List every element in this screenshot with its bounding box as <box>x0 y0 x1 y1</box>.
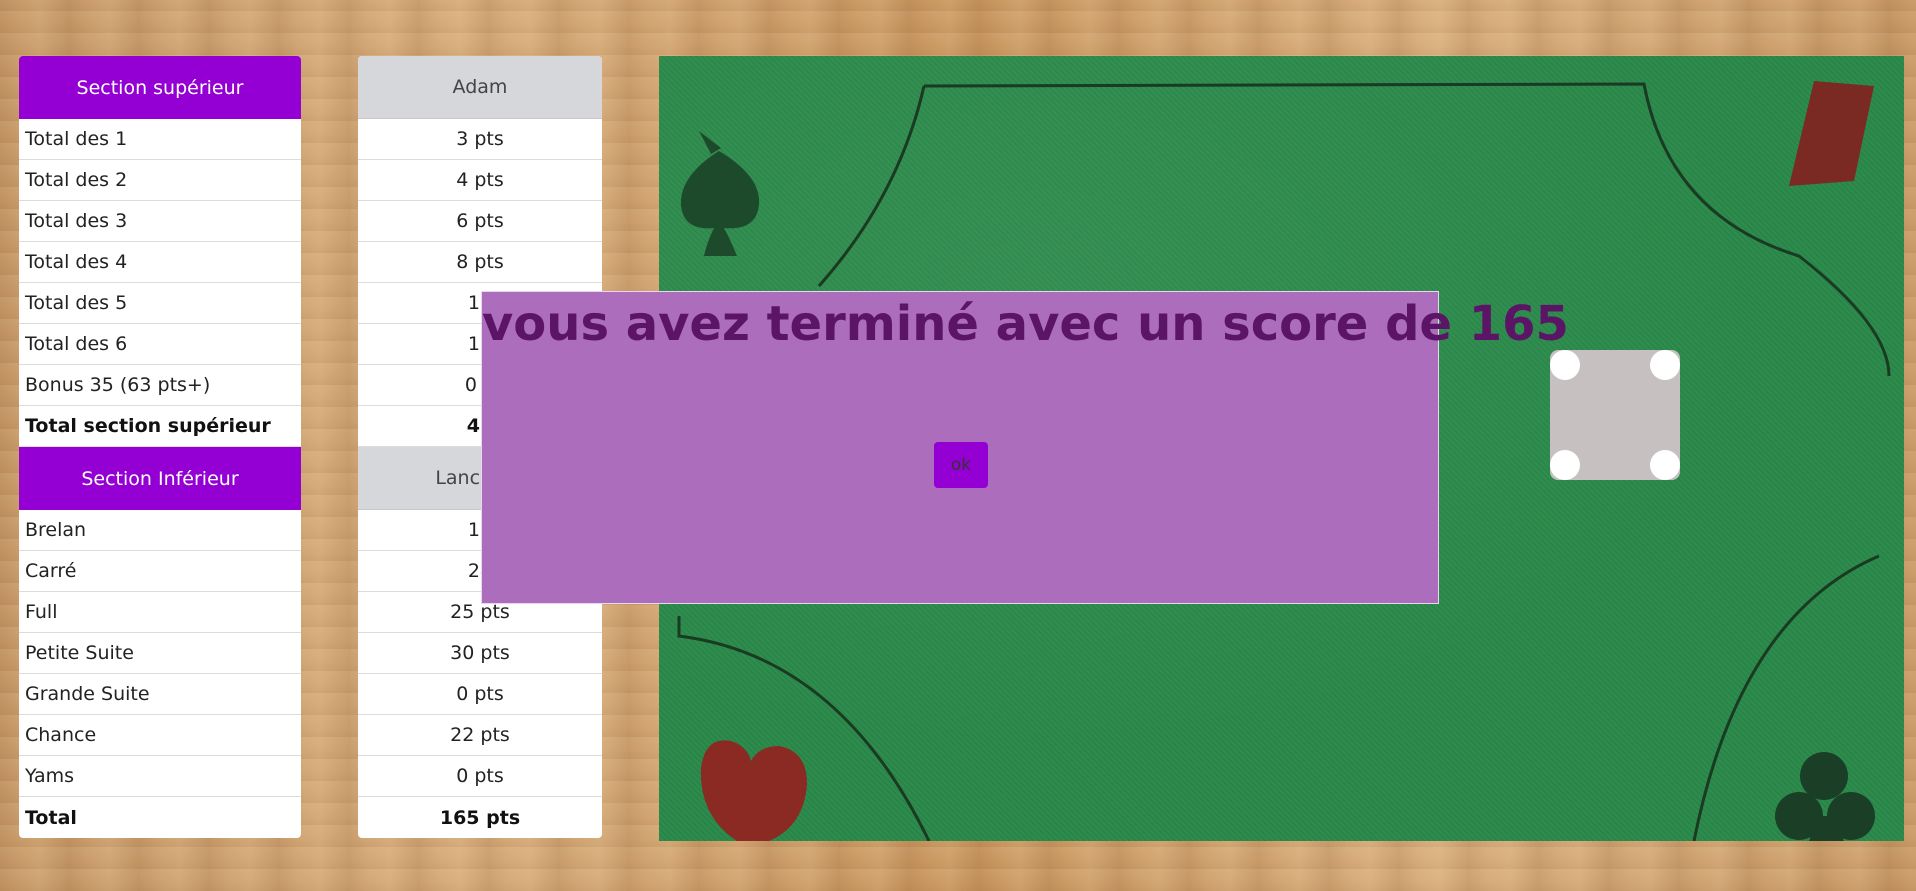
upper-total-label: Total section supérieur <box>19 406 301 447</box>
score-cell[interactable]: 0 pts <box>358 756 602 797</box>
score-cell[interactable]: 8 pts <box>358 242 602 283</box>
category-row: Bonus 35 (63 pts+) <box>19 365 301 406</box>
category-row: Total des 1 <box>19 119 301 160</box>
category-row: Total des 6 <box>19 324 301 365</box>
score-cell[interactable]: 6 pts <box>358 201 602 242</box>
final-score-message: vous avez terminé avec un score de 165 <box>482 296 1569 352</box>
category-row: Total des 5 <box>19 283 301 324</box>
category-column: Section supérieur Total des 1 Total des … <box>19 56 301 838</box>
die-pip <box>1650 350 1680 380</box>
game-over-modal: vous avez terminé avec un score de 165 o… <box>481 291 1569 604</box>
grand-total-value: 165 pts <box>439 806 521 829</box>
category-row: Total des 4 <box>19 242 301 283</box>
die-pip <box>1650 450 1680 480</box>
score-cell[interactable]: 3 pts <box>358 119 602 160</box>
die-four[interactable] <box>1550 350 1680 480</box>
diamond-icon <box>1789 81 1874 186</box>
category-row: Full <box>19 592 301 633</box>
score-cell[interactable]: 22 pts <box>358 715 602 756</box>
category-row: Petite Suite <box>19 633 301 674</box>
category-row: Chance <box>19 715 301 756</box>
grand-total-label: Total <box>25 806 77 829</box>
category-row: Total des 3 <box>19 201 301 242</box>
category-row: Carré <box>19 551 301 592</box>
spade-icon <box>680 131 760 256</box>
score-cell[interactable]: 0 pts <box>358 674 602 715</box>
player-name-header: Adam <box>358 56 602 119</box>
club-icon <box>1775 752 1875 841</box>
ok-button[interactable]: ok <box>934 442 988 488</box>
heart-icon <box>700 740 807 841</box>
category-row: Total des 2 <box>19 160 301 201</box>
category-row: Grande Suite <box>19 674 301 715</box>
die-pip <box>1550 350 1580 380</box>
lower-section-header: Section Inférieur <box>19 447 301 510</box>
score-cell[interactable]: 30 pts <box>358 633 602 674</box>
category-row: Brelan <box>19 510 301 551</box>
category-row: Yams <box>19 756 301 797</box>
score-cell[interactable]: 4 pts <box>358 160 602 201</box>
die-pip <box>1550 450 1580 480</box>
upper-section-header: Section supérieur <box>19 56 301 119</box>
